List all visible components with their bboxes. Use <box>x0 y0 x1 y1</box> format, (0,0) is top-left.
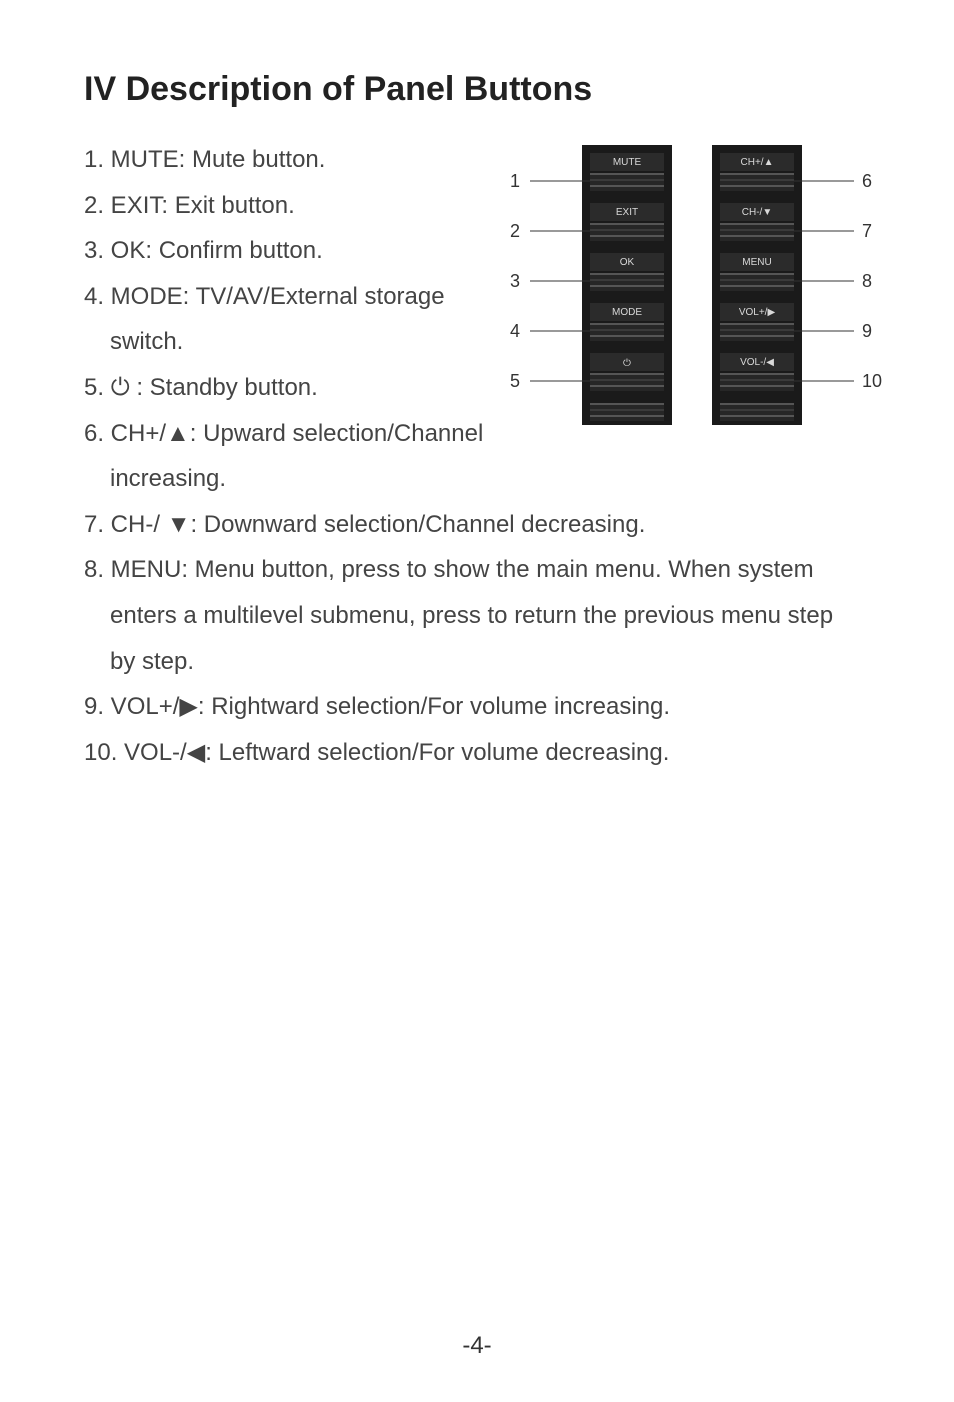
callout-4: 4 <box>510 321 520 341</box>
callout-3: 3 <box>510 271 520 291</box>
svg-text:EXIT: EXIT <box>616 207 638 218</box>
standby-button[interactable] <box>590 373 664 391</box>
callout-10: 10 <box>862 371 882 391</box>
down-triangle-icon: ▼ <box>167 511 191 538</box>
callout-9: 9 <box>862 321 872 341</box>
item-8-line1: 8. MENU: Menu button, press to show the … <box>84 547 870 593</box>
power-icon: ⏻ <box>623 358 631 369</box>
page-number: -4- <box>0 1332 954 1360</box>
page-title: IV Description of Panel Buttons <box>84 70 870 109</box>
item-10: 10. VOL-/◀: Leftward selection/For volum… <box>84 730 870 776</box>
exit-button[interactable] <box>590 223 664 241</box>
right-triangle-icon: ▶ <box>179 693 197 720</box>
left-triangle-icon: ◀ <box>187 739 205 766</box>
item-8-line2: enters a multilevel submenu, press to re… <box>84 593 870 639</box>
mode-button[interactable] <box>590 323 664 341</box>
item-7: 7. CH-/ ▼: Downward selection/Channel de… <box>84 502 870 548</box>
svg-text:MENU: MENU <box>742 257 771 268</box>
svg-text:CH-/▼: CH-/▼ <box>742 207 772 218</box>
svg-text:MUTE: MUTE <box>613 157 642 168</box>
svg-text:VOL+/▶: VOL+/▶ <box>739 307 776 318</box>
ok-button[interactable] <box>590 273 664 291</box>
power-icon: ⏻ <box>111 374 130 401</box>
callout-8: 8 <box>862 271 872 291</box>
svg-text:MODE: MODE <box>612 307 642 318</box>
ch-plus-button[interactable] <box>720 173 794 191</box>
item-8-line3: by step. <box>84 639 870 685</box>
vol-minus-button[interactable] <box>720 373 794 391</box>
item-9: 9. VOL+/▶: Rightward selection/For volum… <box>84 684 870 730</box>
bottom-cap-left <box>590 403 664 421</box>
svg-text:CH+/▲: CH+/▲ <box>741 157 774 168</box>
diagram-svg: MUTE EXIT OK <box>472 137 902 437</box>
item-6-line2: increasing. <box>84 456 870 502</box>
callout-6: 6 <box>862 171 872 191</box>
right-leaders <box>794 181 854 381</box>
up-triangle-icon: ▲ <box>166 420 190 447</box>
bottom-cap-right <box>720 403 794 421</box>
menu-button[interactable] <box>720 273 794 291</box>
vol-plus-button[interactable] <box>720 323 794 341</box>
callout-2: 2 <box>510 221 520 241</box>
left-leaders <box>530 181 590 381</box>
content-area: MUTE EXIT OK <box>84 137 870 775</box>
ch-minus-button[interactable] <box>720 223 794 241</box>
document-page: IV Description of Panel Buttons MUTE <box>0 0 954 1402</box>
callout-5: 5 <box>510 371 520 391</box>
callout-1: 1 <box>510 171 520 191</box>
panel-diagram: MUTE EXIT OK <box>472 137 902 437</box>
svg-text:OK: OK <box>620 257 635 268</box>
mute-button[interactable] <box>590 173 664 191</box>
svg-text:VOL-/◀: VOL-/◀ <box>740 357 774 368</box>
callout-7: 7 <box>862 221 872 241</box>
